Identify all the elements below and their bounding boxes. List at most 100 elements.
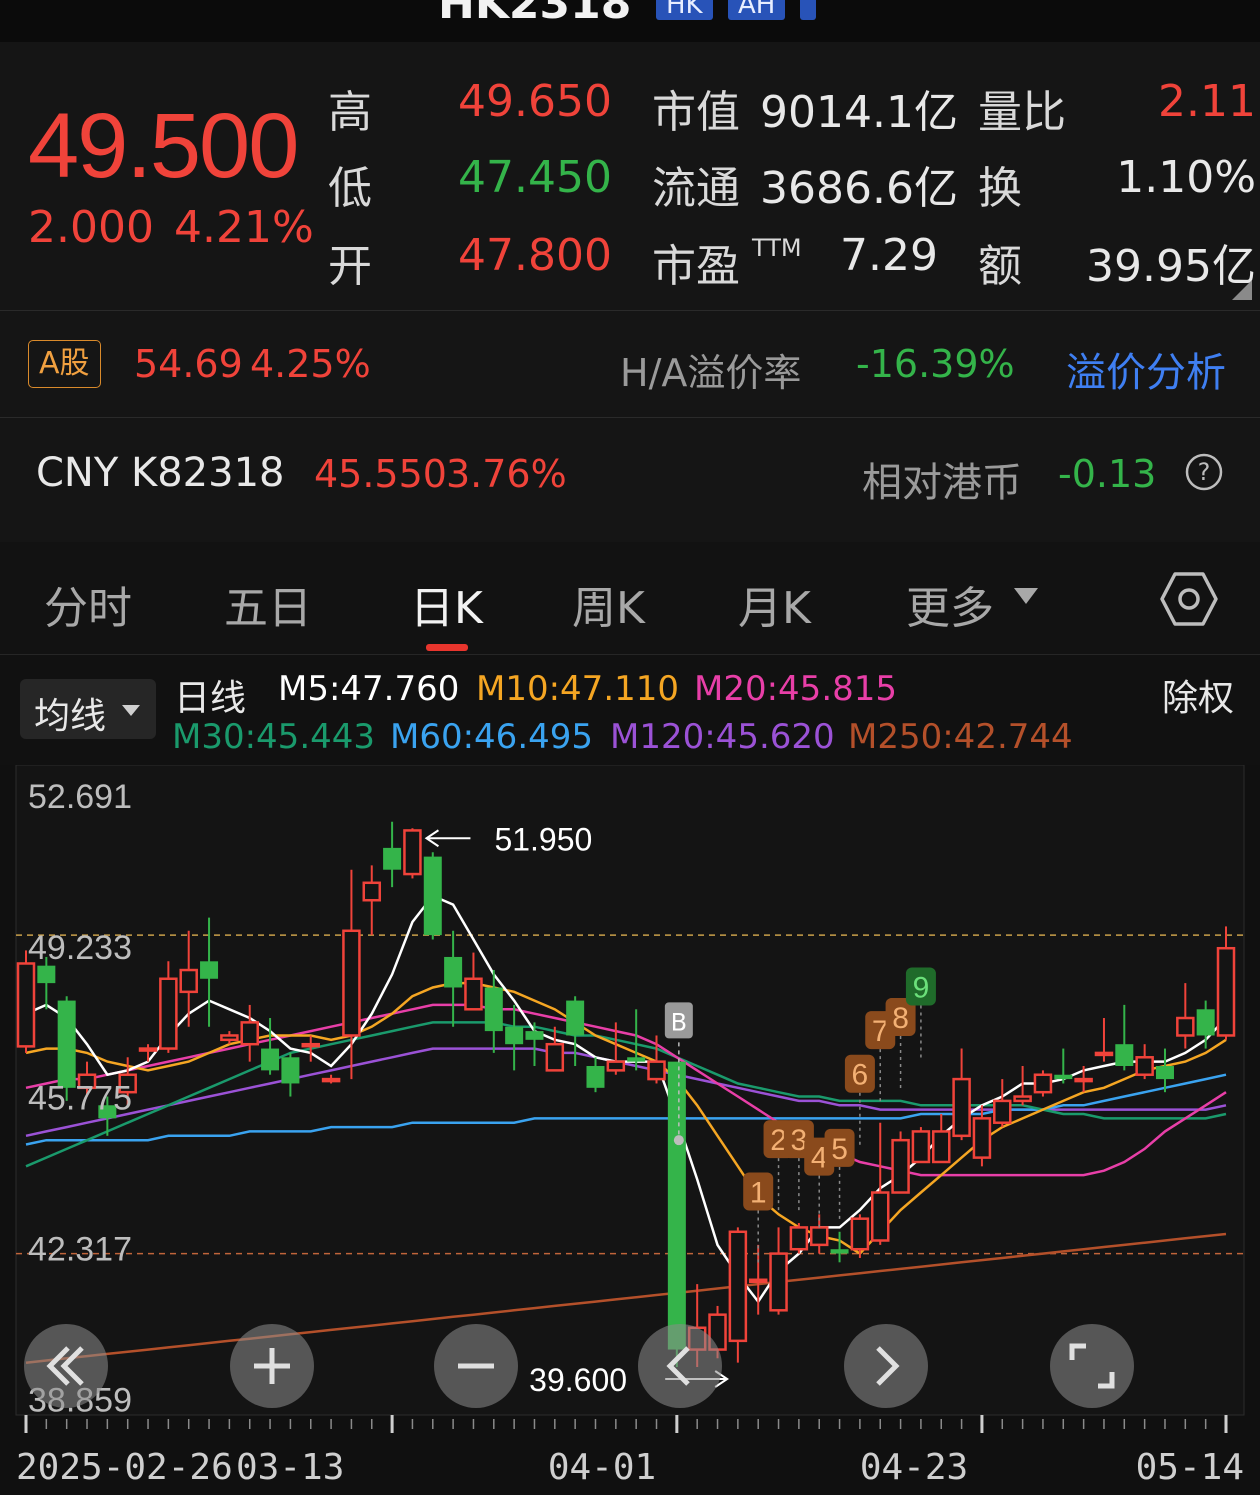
candle-body [261, 1048, 280, 1071]
ma250-label: M250:42.744 [848, 717, 1073, 757]
candle-body [667, 1061, 686, 1350]
x-tick-label: 03-13 [236, 1447, 344, 1488]
tab-monthly-k[interactable]: 月K [738, 572, 811, 636]
candle-body [870, 1191, 890, 1242]
extra-badge[interactable] [800, 0, 816, 20]
expand-corner-icon[interactable] [1232, 280, 1252, 300]
candle-body [586, 1066, 605, 1088]
pe-label: 市盈 [652, 241, 740, 292]
candle-body [606, 1060, 626, 1072]
premium-label: H/A溢价率 [620, 351, 802, 395]
ma-select[interactable]: 均线 [20, 679, 156, 739]
ma-select-label: 均线 [34, 696, 107, 737]
candle-body [1013, 1095, 1032, 1103]
float-label: 流通 [652, 163, 740, 214]
vol-ratio-label: 量比 [978, 87, 1066, 138]
scroll-left-button[interactable] [638, 1324, 722, 1408]
high-value: 49.650 [458, 76, 612, 127]
tab-intraday[interactable]: 分时 [44, 572, 132, 636]
scroll-right-button[interactable] [844, 1324, 928, 1408]
a-share-tag[interactable]: A股 [28, 340, 101, 388]
candle-body [383, 847, 402, 870]
max-price-label: 51.950 [494, 821, 592, 857]
tab-five-day[interactable]: 五日 [224, 572, 312, 636]
candle-body [342, 929, 361, 1037]
zoom-out-button[interactable] [434, 1324, 518, 1408]
candle-body [525, 1031, 544, 1040]
fullscreen-button[interactable] [1050, 1324, 1134, 1408]
countdown-number: 8 [892, 1002, 909, 1035]
divider [0, 310, 1260, 311]
candle-body [891, 1138, 910, 1194]
candle-body [484, 987, 503, 1032]
candle-body [138, 1047, 158, 1052]
rewind-button[interactable] [24, 1324, 108, 1408]
chart-frame [15, 765, 1245, 1416]
candle-body [830, 1249, 849, 1254]
candle-body [1094, 1051, 1114, 1057]
pe-ttm-sup: TTM [752, 234, 802, 262]
divider [0, 417, 1260, 418]
premium-value: -16.39% [856, 342, 1015, 386]
open-value: 47.800 [458, 230, 612, 281]
tab-weekly-k[interactable]: 周K [572, 572, 645, 636]
vol-ratio-value: 2.11 [1158, 76, 1256, 127]
candle-body [789, 1226, 809, 1251]
candle-body [281, 1057, 300, 1084]
amount-label: 额 [978, 241, 1022, 292]
candle-body [1033, 1073, 1053, 1094]
buy-marker-dot [673, 1135, 684, 1146]
candle-body [1216, 946, 1236, 1037]
last-price: 49.500 [28, 95, 299, 197]
candle-body [464, 977, 483, 1011]
candle-body [627, 1057, 646, 1062]
countdown-number: 1 [750, 1177, 767, 1210]
stock-code: HK2318 [438, 0, 632, 29]
hk-badge[interactable]: HK [656, 0, 713, 20]
cny-pct: 3.76% [446, 452, 567, 496]
x-tick-label: 04-01 [548, 1447, 656, 1488]
x-tick-label: 04-23 [860, 1447, 968, 1488]
cny-label: CNY K82318 [36, 450, 285, 496]
candle-body [748, 1278, 768, 1284]
chevron-right-icon [876, 1346, 900, 1386]
ma5-label: M5:47.760 [278, 669, 460, 709]
candle-body [545, 1042, 565, 1072]
x-tick-label: 2025-02-26 [16, 1447, 233, 1488]
candle-body [566, 1000, 585, 1036]
rel-hkd-value: -0.13 [1058, 452, 1157, 496]
tab-more[interactable]: 更多 [906, 572, 994, 636]
help-icon[interactable]: ? [1184, 452, 1224, 492]
x-tick-label: 05-14 [1136, 1447, 1244, 1488]
candle-body [37, 965, 56, 984]
svg-text:?: ? [1198, 458, 1211, 486]
tab-daily-k[interactable]: 日K [410, 572, 483, 636]
chevron-down-icon[interactable] [1014, 588, 1038, 608]
candle-body [505, 1026, 524, 1045]
rel-hkd-label: 相对港币 [862, 460, 1022, 506]
ma30-label: M30:45.443 [172, 717, 376, 757]
candle-body [159, 977, 178, 1050]
candle-body [403, 829, 422, 876]
price-change-pct: 4.21% [174, 202, 314, 253]
float-value: 3686.6亿 [760, 163, 958, 214]
ah-badge[interactable]: AH [728, 0, 786, 20]
y-tick-label: 42.317 [28, 1230, 132, 1268]
active-tab-indicator [426, 644, 468, 651]
candle-body [1176, 1016, 1195, 1037]
candle-body [728, 1230, 748, 1343]
premium-analysis-link[interactable]: 溢价分析 [1066, 340, 1226, 398]
candle-body [444, 956, 463, 988]
candle-body [1115, 1044, 1134, 1067]
a-share-price: 54.69 [134, 342, 243, 386]
ex-rights-toggle[interactable]: 除权 [1162, 669, 1234, 721]
a-share-pct: 4.25% [250, 342, 371, 386]
settings-hexagon-icon[interactable] [1160, 570, 1218, 628]
low-value: 47.450 [458, 152, 612, 203]
ma-legend: 均线 日线 M5:47.760 M10:47.110 M20:45.815 M3… [0, 655, 1260, 765]
ma120-label: M120:45.620 [610, 717, 835, 757]
zoom-in-button[interactable] [230, 1324, 314, 1408]
candle-body [911, 1130, 931, 1164]
countdown-number: 9 [913, 971, 930, 1004]
minus-icon [458, 1363, 494, 1369]
